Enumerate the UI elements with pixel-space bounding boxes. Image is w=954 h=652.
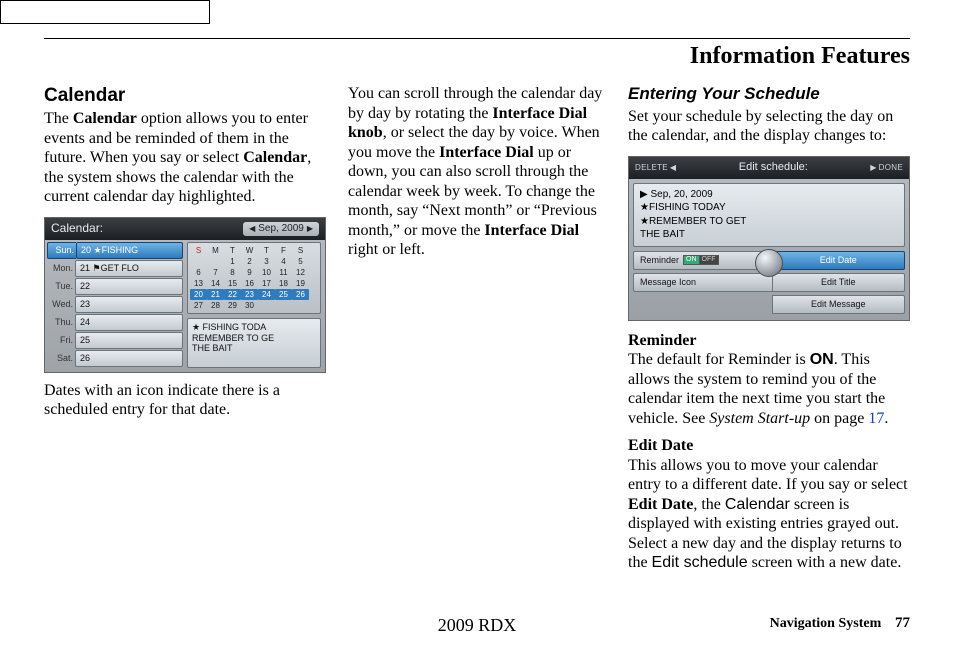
reminder-section: Reminder The default for Reminder is ON.… [628, 331, 910, 429]
calendar-screenshot: Calendar: ◀ Sep, 2009 ▶ Sun.20 ★FISHINGM… [44, 217, 326, 373]
day-chip[interactable]: 23 [75, 296, 183, 313]
day-abbr: Thu. [47, 317, 75, 328]
page-footer: 2009 RDX Navigation System 77 [44, 615, 910, 632]
next-month-icon[interactable]: ▶ [307, 224, 313, 234]
heading-calendar: Calendar [44, 84, 326, 107]
footer-label: Navigation System [770, 616, 882, 631]
day-row[interactable]: Mon.21 ⚑GET FLO [47, 260, 183, 277]
day-abbr: Fri. [47, 335, 75, 346]
page-title: Information Features [44, 43, 910, 70]
day-row[interactable]: Thu.24 [47, 314, 183, 331]
month-grid[interactable]: SMTWTFS123456789101112131415161718192021… [187, 242, 321, 314]
column-2: You can scroll through the calendar day … [348, 84, 606, 581]
page-link-17[interactable]: 17 [868, 410, 884, 427]
col2-para1: You can scroll through the calendar day … [348, 84, 606, 260]
shot-title: Calendar: [51, 221, 103, 236]
column-3: Entering Your Schedule Set your schedule… [628, 84, 910, 581]
day-row[interactable]: Tue.22 [47, 278, 183, 295]
day-abbr: Sun. [47, 242, 76, 259]
day-chip[interactable]: 22 [75, 278, 183, 295]
delete-button[interactable]: DELETE◀ [635, 163, 676, 173]
edit-schedule-screenshot: DELETE◀ Edit schedule: ▶DONE ▶ Sep, 20, … [628, 156, 910, 321]
day-row[interactable]: Wed.23 [47, 296, 183, 313]
day-chip[interactable]: 20 ★FISHING [76, 242, 183, 259]
reminder-button[interactable]: Reminder ONOFF [633, 251, 772, 270]
event-note: ★ FISHING TODA REMEMBER TO GE THE BAIT [187, 318, 321, 368]
day-list[interactable]: Sun.20 ★FISHINGMon.21 ⚑GET FLOTue.22Wed.… [47, 242, 183, 367]
day-row[interactable]: Sun.20 ★FISHING [47, 242, 183, 259]
interface-dial-icon [755, 249, 783, 277]
month-selector[interactable]: ◀ Sep, 2009 ▶ [243, 222, 319, 236]
day-chip[interactable]: 26 [75, 350, 183, 367]
model-label: 2009 RDX [438, 615, 517, 636]
edit-title-label: Edit schedule: [676, 161, 870, 174]
day-abbr: Sat. [47, 353, 75, 364]
day-abbr: Wed. [47, 299, 75, 310]
edit-message-button[interactable]: Edit Message [772, 295, 906, 314]
day-chip[interactable]: 25 [75, 332, 183, 349]
col1-para1: The Calendar option allows you to enter … [44, 109, 326, 207]
edit-title-button[interactable]: Edit Title [772, 273, 906, 292]
day-row[interactable]: Sat.26 [47, 350, 183, 367]
edit-date-button[interactable]: Edit Date [772, 251, 906, 270]
schedule-info: ▶ Sep, 20, 2009 ★FISHING TODAY ★REMEMBER… [633, 183, 905, 247]
column-1: Calendar The Calendar option allows you … [44, 84, 326, 581]
top-rule [44, 38, 910, 39]
search-box[interactable] [0, 0, 210, 24]
reminder-toggle[interactable]: ONOFF [683, 255, 719, 265]
day-row[interactable]: Fri.25 [47, 332, 183, 349]
day-chip[interactable]: 24 [75, 314, 183, 331]
heading-entering-schedule: Entering Your Schedule [628, 84, 910, 105]
day-chip[interactable]: 21 ⚑GET FLO [75, 260, 183, 277]
message-icon-button[interactable]: Message Icon [633, 273, 772, 292]
day-abbr: Mon. [47, 263, 75, 274]
done-button[interactable]: ▶DONE [870, 163, 903, 173]
col1-caption: Dates with an icon indicate there is a s… [44, 381, 326, 420]
page-number: 77 [895, 615, 910, 631]
col3-intro: Set your schedule by selecting the day o… [628, 107, 910, 146]
edit-date-section: Edit Date This allows you to move your c… [628, 436, 910, 573]
prev-month-icon[interactable]: ◀ [249, 224, 255, 234]
day-abbr: Tue. [47, 281, 75, 292]
month-label: Sep, 2009 [258, 223, 304, 235]
